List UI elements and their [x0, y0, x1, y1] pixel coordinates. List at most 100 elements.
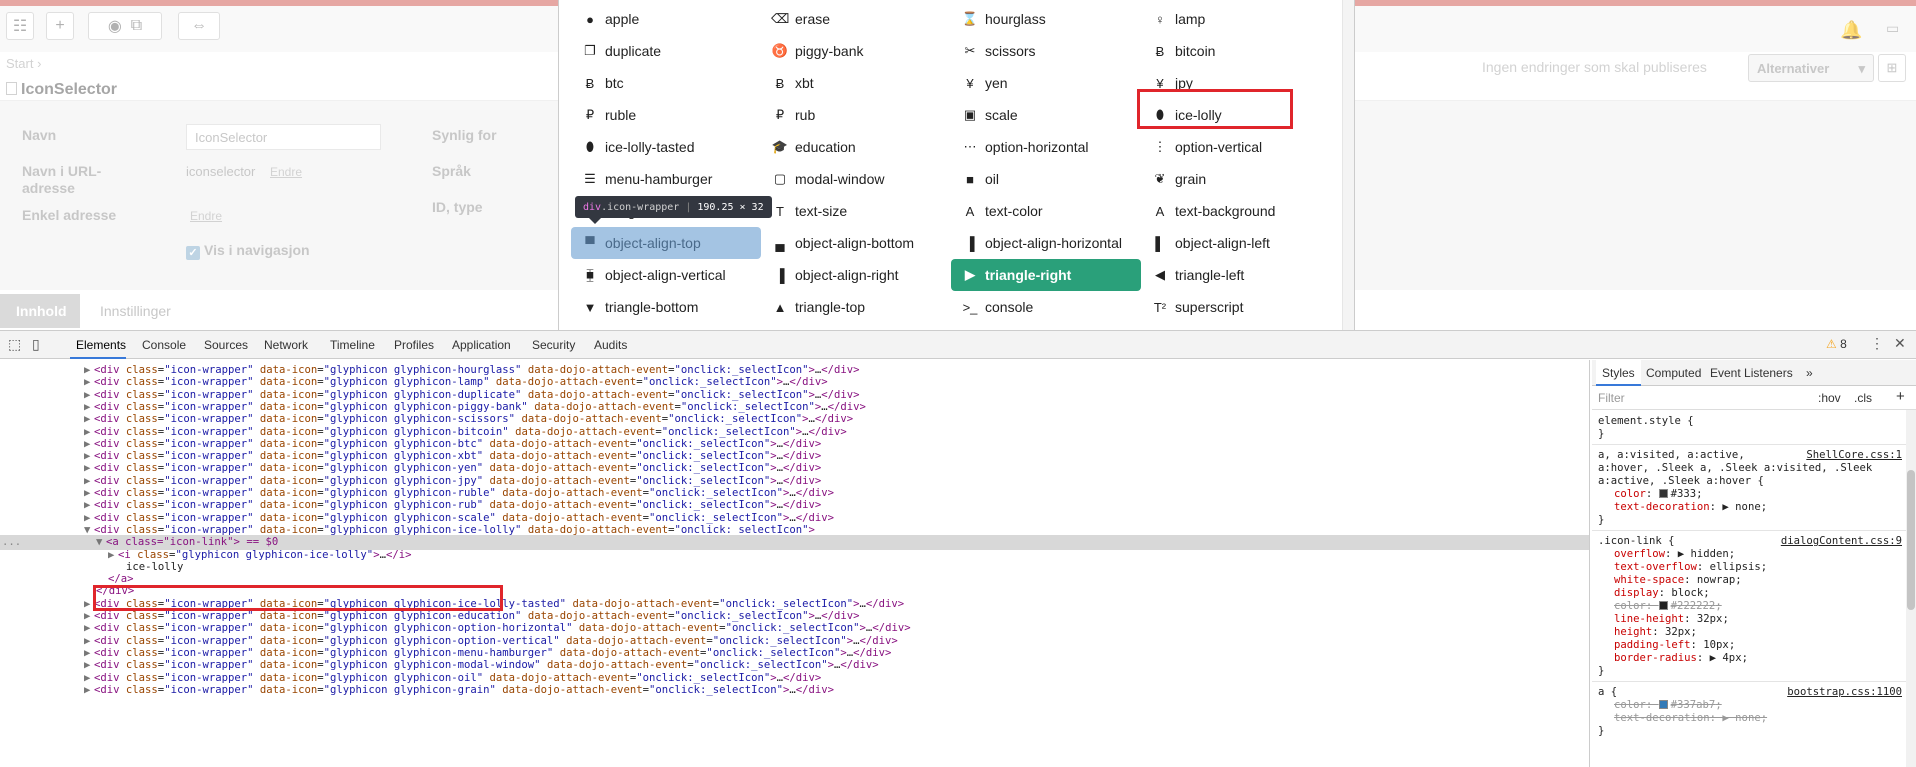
add-rule-icon[interactable]: + [1896, 388, 1905, 405]
rule3-source-link[interactable]: bootstrap.css:1100 [1787, 686, 1902, 698]
rule1-source-link[interactable]: ShellCore.css:1 [1806, 449, 1902, 461]
devtools-tab-sources[interactable]: Sources [204, 338, 248, 352]
rule2-text-overflow[interactable]: text-overflow: ellipsis; [1614, 561, 1767, 574]
warnings-badge[interactable]: ⚠ 8 [1826, 337, 1847, 351]
rule2-padding-left[interactable]: padding-left: 10px; [1614, 639, 1735, 652]
rule-divider [1592, 681, 1916, 682]
rule2-display[interactable]: display: block; [1614, 587, 1710, 600]
icon-wrapper-menu-hamburger[interactable]: ☰ menu-hamburger [571, 163, 761, 195]
devtools-tab-timeline[interactable]: Timeline [330, 338, 375, 352]
icon-wrapper-object-align-horizontal[interactable]: ▐ object-align-horizontal [951, 227, 1141, 259]
dialog-scrollbar[interactable] [1342, 0, 1354, 330]
icon-wrapper-option-vertical[interactable]: ⋮ option-vertical [1141, 131, 1331, 163]
icon-label: hourglass [985, 11, 1046, 27]
icon-wrapper-btc[interactable]: Ƀbtc [571, 67, 761, 99]
rule2-height[interactable]: height: 32px; [1614, 626, 1697, 639]
dom-event-attr: onclick:_selectIcon [687, 400, 809, 413]
icon-wrapper-xbt[interactable]: Ƀxbt [761, 67, 951, 99]
icon-wrapper-grain[interactable]: ❦ grain [1141, 163, 1331, 195]
element-style-rule[interactable]: element.style { [1598, 415, 1694, 428]
icon-wrapper-object-align-top[interactable]: ▀ object-align-top [571, 227, 761, 259]
tab-styles[interactable]: Styles [1596, 360, 1641, 386]
icon-wrapper-triangle-right[interactable]: ▶ triangle-right [951, 259, 1141, 291]
icon-wrapper-text-background[interactable]: Atext-background [1141, 195, 1331, 227]
icon-wrapper-hourglass[interactable]: ⌛ hourglass [951, 3, 1141, 35]
tab-computed[interactable]: Computed [1646, 366, 1701, 380]
devtools-tab-security[interactable]: Security [532, 338, 575, 352]
devtools-tab-application[interactable]: Application [452, 338, 511, 352]
icon-wrapper-apple[interactable]: ● apple [571, 3, 761, 35]
styles-scrollbar-thumb[interactable] [1907, 470, 1915, 610]
triangle-right-icon: ▶ [965, 267, 975, 282]
dom-node-icon-wrapper[interactable]: ▶ <div class="icon-wrapper" data-icon="gl… [0, 683, 1589, 698]
icon-wrapper-object-align-left[interactable]: ▌ object-align-left [1141, 227, 1331, 259]
rule1-text-decoration[interactable]: text-decoration: ▶ none; [1614, 501, 1767, 514]
icon-wrapper-erase[interactable]: ⌫ erase [761, 3, 951, 35]
icon-wrapper-scale[interactable]: ▣ scale [951, 99, 1141, 131]
object-align-horizontal-icon: ▐ [965, 235, 975, 251]
icon-wrapper-console[interactable]: >_ console [951, 291, 1141, 323]
icon-wrapper-text-color[interactable]: Atext-color [951, 195, 1141, 227]
icon-wrapper-ice-lolly-tasted[interactable]: ⬮ ice-lolly-tasted [571, 131, 761, 163]
icon-wrapper-oil[interactable]: ■ oil [951, 163, 1141, 195]
rule3-text-decoration-overridden[interactable]: text-decoration: ▶ none; [1614, 712, 1767, 725]
rule2-source-link[interactable]: dialogContent.css:9 [1781, 535, 1902, 547]
rule1-color[interactable]: color: #333; [1614, 488, 1703, 501]
icon-wrapper-object-align-vertical[interactable]: ⧯ object-align-vertical [571, 259, 761, 291]
dom-icon-class: glyphicon-lamp [393, 376, 484, 389]
more-options-icon[interactable]: ⋮ [1870, 335, 1884, 352]
option-vertical-icon: ⋮ [1153, 139, 1167, 154]
hov-toggle[interactable]: :hov [1818, 391, 1841, 405]
devtools-tab-audits[interactable]: Audits [594, 338, 627, 352]
devtools-tab-profiles[interactable]: Profiles [394, 338, 434, 352]
rule2-selector[interactable]: .icon-link { [1598, 535, 1675, 548]
rule2-white-space[interactable]: white-space: nowrap; [1614, 574, 1742, 587]
more-tabs-icon[interactable]: » [1806, 366, 1813, 380]
cls-toggle[interactable]: .cls [1854, 391, 1872, 405]
styles-scrollbar[interactable] [1906, 410, 1916, 767]
icon-wrapper-bitcoin[interactable]: Ƀbitcoin [1141, 35, 1331, 67]
dom-icon-class: glyphicon-xbt [393, 450, 477, 463]
icon-wrapper-triangle-top[interactable]: ▲ triangle-top [761, 291, 951, 323]
icon-wrapper-object-align-right[interactable]: ▐ object-align-right [761, 259, 951, 291]
icon-wrapper-education[interactable]: 🎓 education [761, 131, 951, 163]
device-mode-icon[interactable]: ▯ [32, 336, 40, 353]
scale-icon: ▣ [963, 107, 977, 122]
icon-wrapper-superscript[interactable]: T² superscript [1141, 291, 1331, 323]
icon-wrapper-rub[interactable]: ₽ rub [761, 99, 951, 131]
rule2-border-radius[interactable]: border-radius: ▶ 4px; [1614, 652, 1748, 665]
devtools-tab-console[interactable]: Console [142, 338, 186, 352]
dom-event-attr: onclick:_selectIcon [680, 610, 803, 622]
icon-wrapper-scissors[interactable]: ✂ scissors [951, 35, 1141, 67]
icon-wrapper-ruble[interactable]: ₽ ruble [571, 99, 761, 131]
icon-label: ice-lolly-tasted [605, 139, 695, 155]
devtools-tab-elements[interactable]: Elements [76, 338, 126, 352]
icon-wrapper-option-horizontal[interactable]: ⋯ option-horizontal [951, 131, 1141, 163]
tab-event-listeners[interactable]: Event Listeners [1710, 366, 1793, 380]
rule3-selector[interactable]: a { [1598, 686, 1617, 699]
close-icon[interactable]: ✕ [1894, 335, 1906, 352]
rule3-color-overridden[interactable]: color: #337ab7; [1614, 699, 1722, 712]
icon-wrapper-text-size[interactable]: Ttext-size [761, 195, 951, 227]
icon-wrapper-triangle-bottom[interactable]: ▼ triangle-bottom [571, 291, 761, 323]
devtools-tab-network[interactable]: Network [264, 338, 308, 352]
icon-wrapper-modal-window[interactable]: ▢ modal-window [761, 163, 951, 195]
inspect-element-icon[interactable]: ⬚ [8, 336, 21, 353]
styles-filter-input[interactable]: Filter [1598, 391, 1625, 405]
rule2-color-overridden[interactable]: color: #222222; [1614, 600, 1722, 613]
icon-wrapper-duplicate[interactable]: ❐ duplicate [571, 35, 761, 67]
expand-arrow-icon[interactable]: ▶ [84, 683, 94, 698]
object-align-bottom-icon: ▄ [775, 235, 785, 251]
education-icon: 🎓 [771, 139, 789, 154]
icon-label: modal-window [795, 171, 885, 187]
icon-wrapper-lamp[interactable]: ♀ lamp [1141, 3, 1331, 35]
icon-wrapper-triangle-left[interactable]: ◀ triangle-left [1141, 259, 1331, 291]
icon-wrapper-object-align-bottom[interactable]: ▄ object-align-bottom [761, 227, 951, 259]
rule2-line-height[interactable]: line-height: 32px; [1614, 613, 1729, 626]
color-swatch[interactable] [1658, 489, 1668, 498]
rule-divider [1592, 530, 1916, 531]
icon-wrapper-piggy-bank[interactable]: ♉ piggy-bank [761, 35, 951, 67]
icon-wrapper-yen[interactable]: ¥ yen [951, 67, 1141, 99]
dom-event-attr: onclick:_selectIcon [642, 671, 764, 684]
rule2-overflow[interactable]: overflow: ▶ hidden; [1614, 548, 1735, 561]
